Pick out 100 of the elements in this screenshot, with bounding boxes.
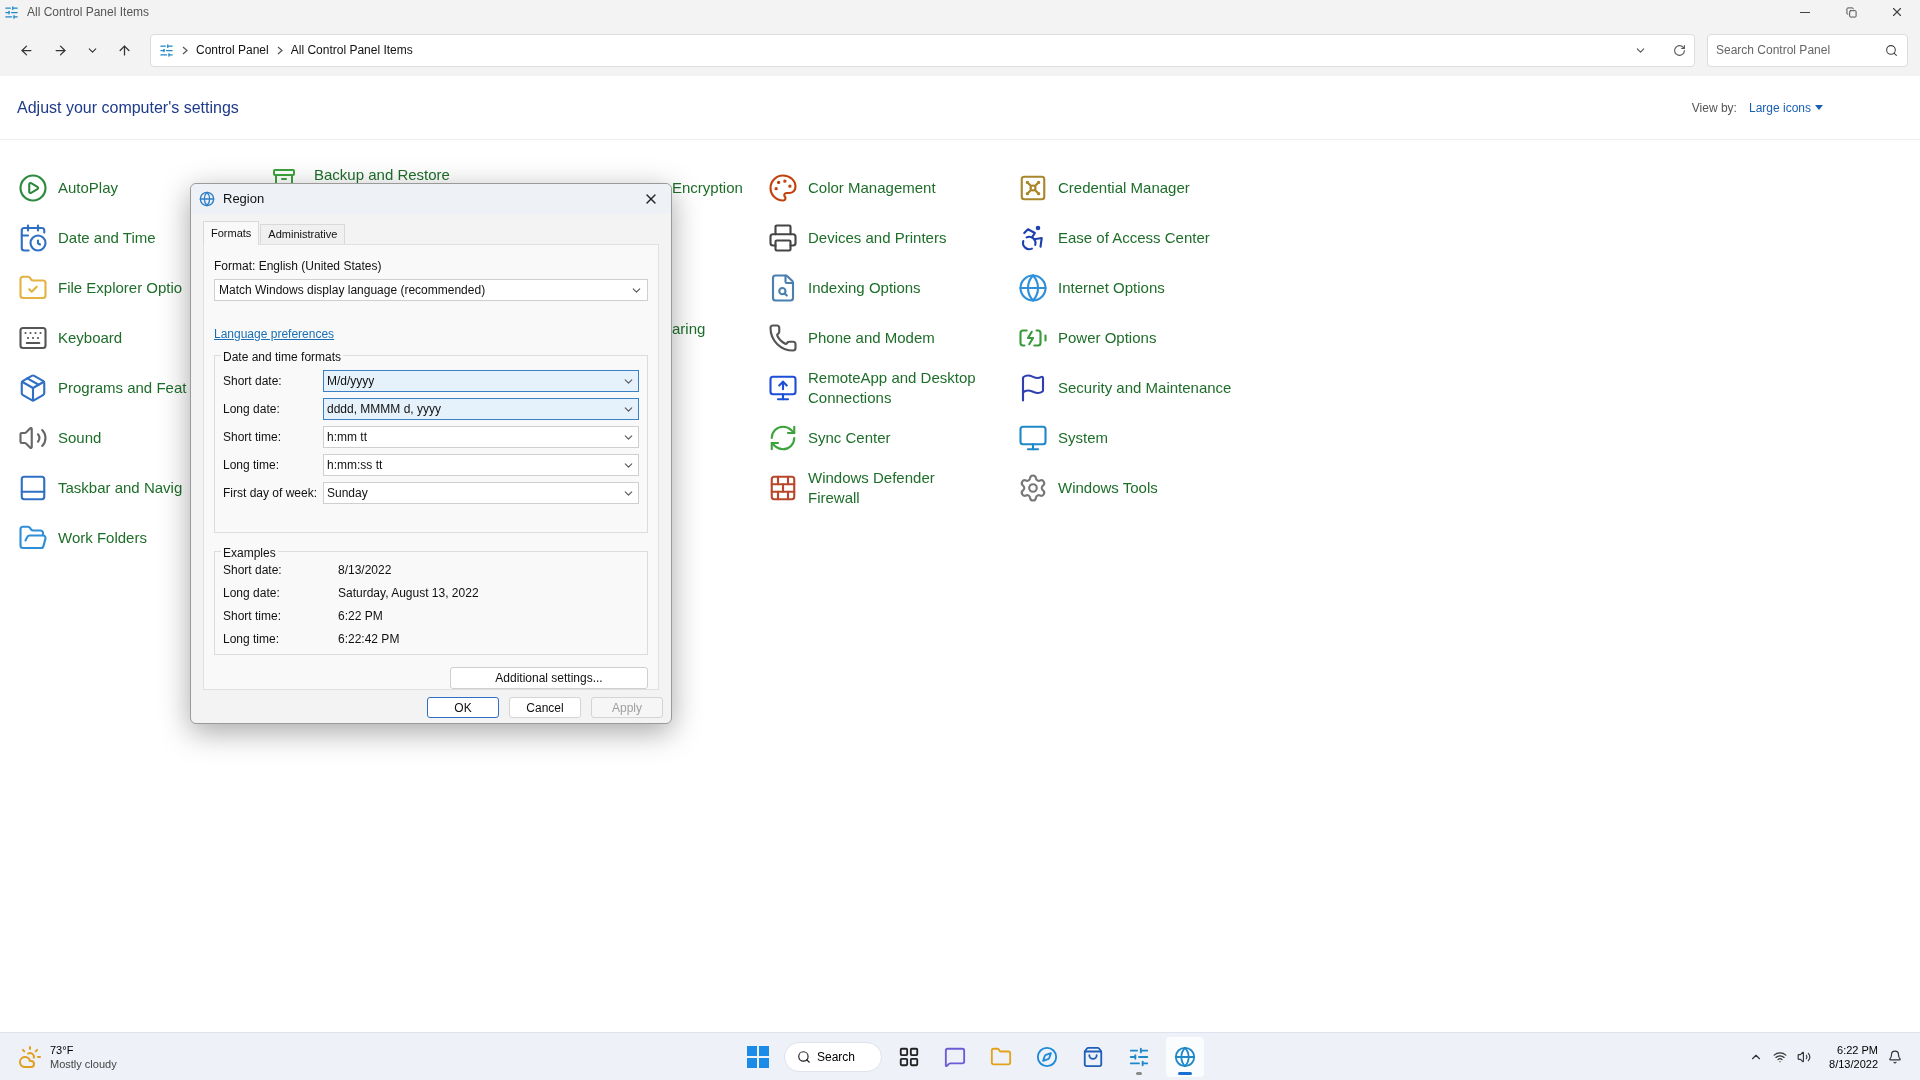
control-panel-item[interactable]: File Explorer Optio — [58, 278, 183, 298]
chevron-right-icon — [182, 45, 188, 55]
monitor-icon — [768, 373, 798, 403]
address-bar[interactable]: Control Panel All Control Panel Items — [150, 33, 1695, 67]
control-panel-item[interactable]: Work Folders — [58, 528, 147, 548]
example-value: Saturday, August 13, 2022 — [338, 584, 479, 602]
example-label: Short date: — [223, 561, 283, 579]
field-label: Short time: — [223, 429, 283, 446]
close-icon — [1890, 5, 1904, 19]
example-value: 6:22:42 PM — [338, 630, 400, 648]
control-panel-item[interactable]: Backup and Restore — [314, 165, 450, 185]
breadcrumb[interactable]: All Control Panel Items — [290, 41, 413, 59]
globe-icon — [1174, 1046, 1196, 1068]
search-icon — [1885, 43, 1898, 57]
format-dropdown[interactable]: h:mm:ss tt — [323, 454, 639, 476]
search-icon — [797, 1050, 811, 1064]
clock-date[interactable]: 8/13/2022 — [1829, 1056, 1878, 1071]
control-panel-item[interactable]: Devices and Printers — [808, 228, 983, 248]
control-panel-item[interactable]: aring — [672, 318, 706, 341]
minimize-icon — [1800, 11, 1810, 13]
play-icon — [18, 173, 48, 203]
task-view-icon — [898, 1046, 920, 1068]
control-panel-item[interactable]: Programs and Feat — [58, 378, 187, 398]
breadcrumb[interactable]: Control Panel — [196, 41, 269, 59]
volume-icon[interactable] — [1797, 1049, 1812, 1064]
dialog-button[interactable]: Cancel — [509, 697, 581, 718]
globe-icon — [199, 191, 215, 207]
format-dropdown[interactable]: M/d/yyyy — [323, 370, 639, 392]
calendar-icon — [18, 223, 48, 253]
control-panel-item[interactable]: Taskbar and Navig — [58, 478, 183, 498]
taskbar-icon — [18, 473, 48, 503]
control-panel-item[interactable]: Encryption — [672, 176, 743, 200]
field-label: First day of week: — [223, 485, 319, 502]
page-heading: Adjust your computer's settings — [17, 97, 240, 118]
monitor-icon — [1018, 423, 1048, 453]
tab[interactable]: Administrative — [260, 224, 346, 244]
control-panel-item[interactable]: Indexing Options — [808, 278, 983, 298]
format-dropdown[interactable]: Sunday — [323, 482, 639, 504]
store-icon — [1082, 1046, 1104, 1068]
caret-icon — [1815, 105, 1823, 110]
example-value: 8/13/2022 — [338, 561, 392, 579]
format-dropdown[interactable]: h:mm tt — [323, 426, 639, 448]
phone-icon — [768, 323, 798, 353]
view-by-dropdown[interactable]: Large icons — [1748, 98, 1823, 117]
control-panel-item[interactable]: Phone and Modem — [808, 328, 983, 348]
example-label: Long date: — [223, 584, 281, 602]
example-value: 6:22 PM — [338, 607, 383, 625]
control-panel-item[interactable]: Sync Center — [808, 428, 983, 448]
dialog-button[interactable]: OK — [427, 697, 499, 718]
weather-condition: Mostly cloudy — [50, 1056, 117, 1071]
control-panel-icon — [159, 42, 174, 58]
windows-logo-icon — [747, 1046, 769, 1068]
browser-icon — [1036, 1046, 1058, 1068]
field-label: Long time: — [223, 457, 281, 474]
window-title: All Control Panel Items — [27, 4, 151, 21]
control-panel-item[interactable]: Sound — [58, 428, 102, 448]
control-panel-icon — [1128, 1046, 1150, 1068]
control-panel-item[interactable]: Windows Tools — [1058, 478, 1158, 498]
refresh-icon[interactable] — [1673, 43, 1686, 57]
format-dropdown[interactable]: dddd, MMMM d, yyyy — [323, 398, 639, 420]
dialog-title: Region — [223, 190, 266, 209]
control-panel-item[interactable]: Keyboard — [58, 328, 123, 348]
control-panel-item[interactable]: Credential Manager — [1058, 178, 1190, 198]
language-preferences-link[interactable]: Language preferences — [214, 325, 335, 343]
clock-time[interactable]: 6:22 PM — [1837, 1042, 1878, 1057]
chevron-right-icon — [276, 45, 283, 55]
control-panel-item[interactable]: Internet Options — [1058, 278, 1165, 298]
format-dropdown[interactable]: Match Windows display language (recommended) — [214, 279, 648, 301]
temperature: 73°F — [50, 1042, 75, 1057]
control-panel-item[interactable]: Ease of Access Center — [1058, 228, 1210, 248]
folder-icon — [990, 1046, 1012, 1068]
network-icon[interactable] — [1773, 1049, 1788, 1064]
palette-icon — [768, 173, 798, 203]
search-field[interactable]: Search Control Panel — [1707, 33, 1908, 67]
restore-icon — [1845, 6, 1857, 18]
control-panel-item[interactable]: Security and Maintenance — [1058, 378, 1232, 398]
control-panel-icon — [4, 4, 19, 20]
chat-icon — [944, 1046, 966, 1068]
control-panel-item[interactable]: Date and Time — [58, 228, 156, 248]
tab[interactable]: Formats — [203, 221, 260, 245]
package-icon — [18, 373, 48, 403]
globe-icon — [1018, 273, 1048, 303]
notification-icon[interactable] — [1888, 1049, 1902, 1064]
example-label: Long time: — [223, 630, 281, 648]
format-label: Format: English (United States) — [214, 258, 383, 275]
additional-settings-button[interactable]: Additional settings... — [450, 667, 648, 689]
search-button[interactable]: Search — [784, 1042, 882, 1072]
control-panel-item[interactable]: System — [1058, 428, 1108, 448]
example-label: Short time: — [223, 607, 283, 625]
vault-icon — [1018, 173, 1048, 203]
control-panel-item[interactable]: Power Options — [1058, 328, 1157, 348]
control-panel-item[interactable]: Windows Defender Firewall — [808, 468, 983, 508]
control-panel-item[interactable]: AutoPlay — [58, 178, 119, 198]
view-by-label: View by: — [1691, 99, 1737, 117]
control-panel-item[interactable]: Color Management — [808, 178, 983, 198]
printer-icon — [768, 223, 798, 253]
brick-wall-icon — [768, 473, 798, 503]
field-label: Long date: — [223, 401, 281, 418]
control-panel-item[interactable]: RemoteApp and Desktop Connections — [808, 368, 983, 408]
gear-icon — [1018, 473, 1048, 503]
